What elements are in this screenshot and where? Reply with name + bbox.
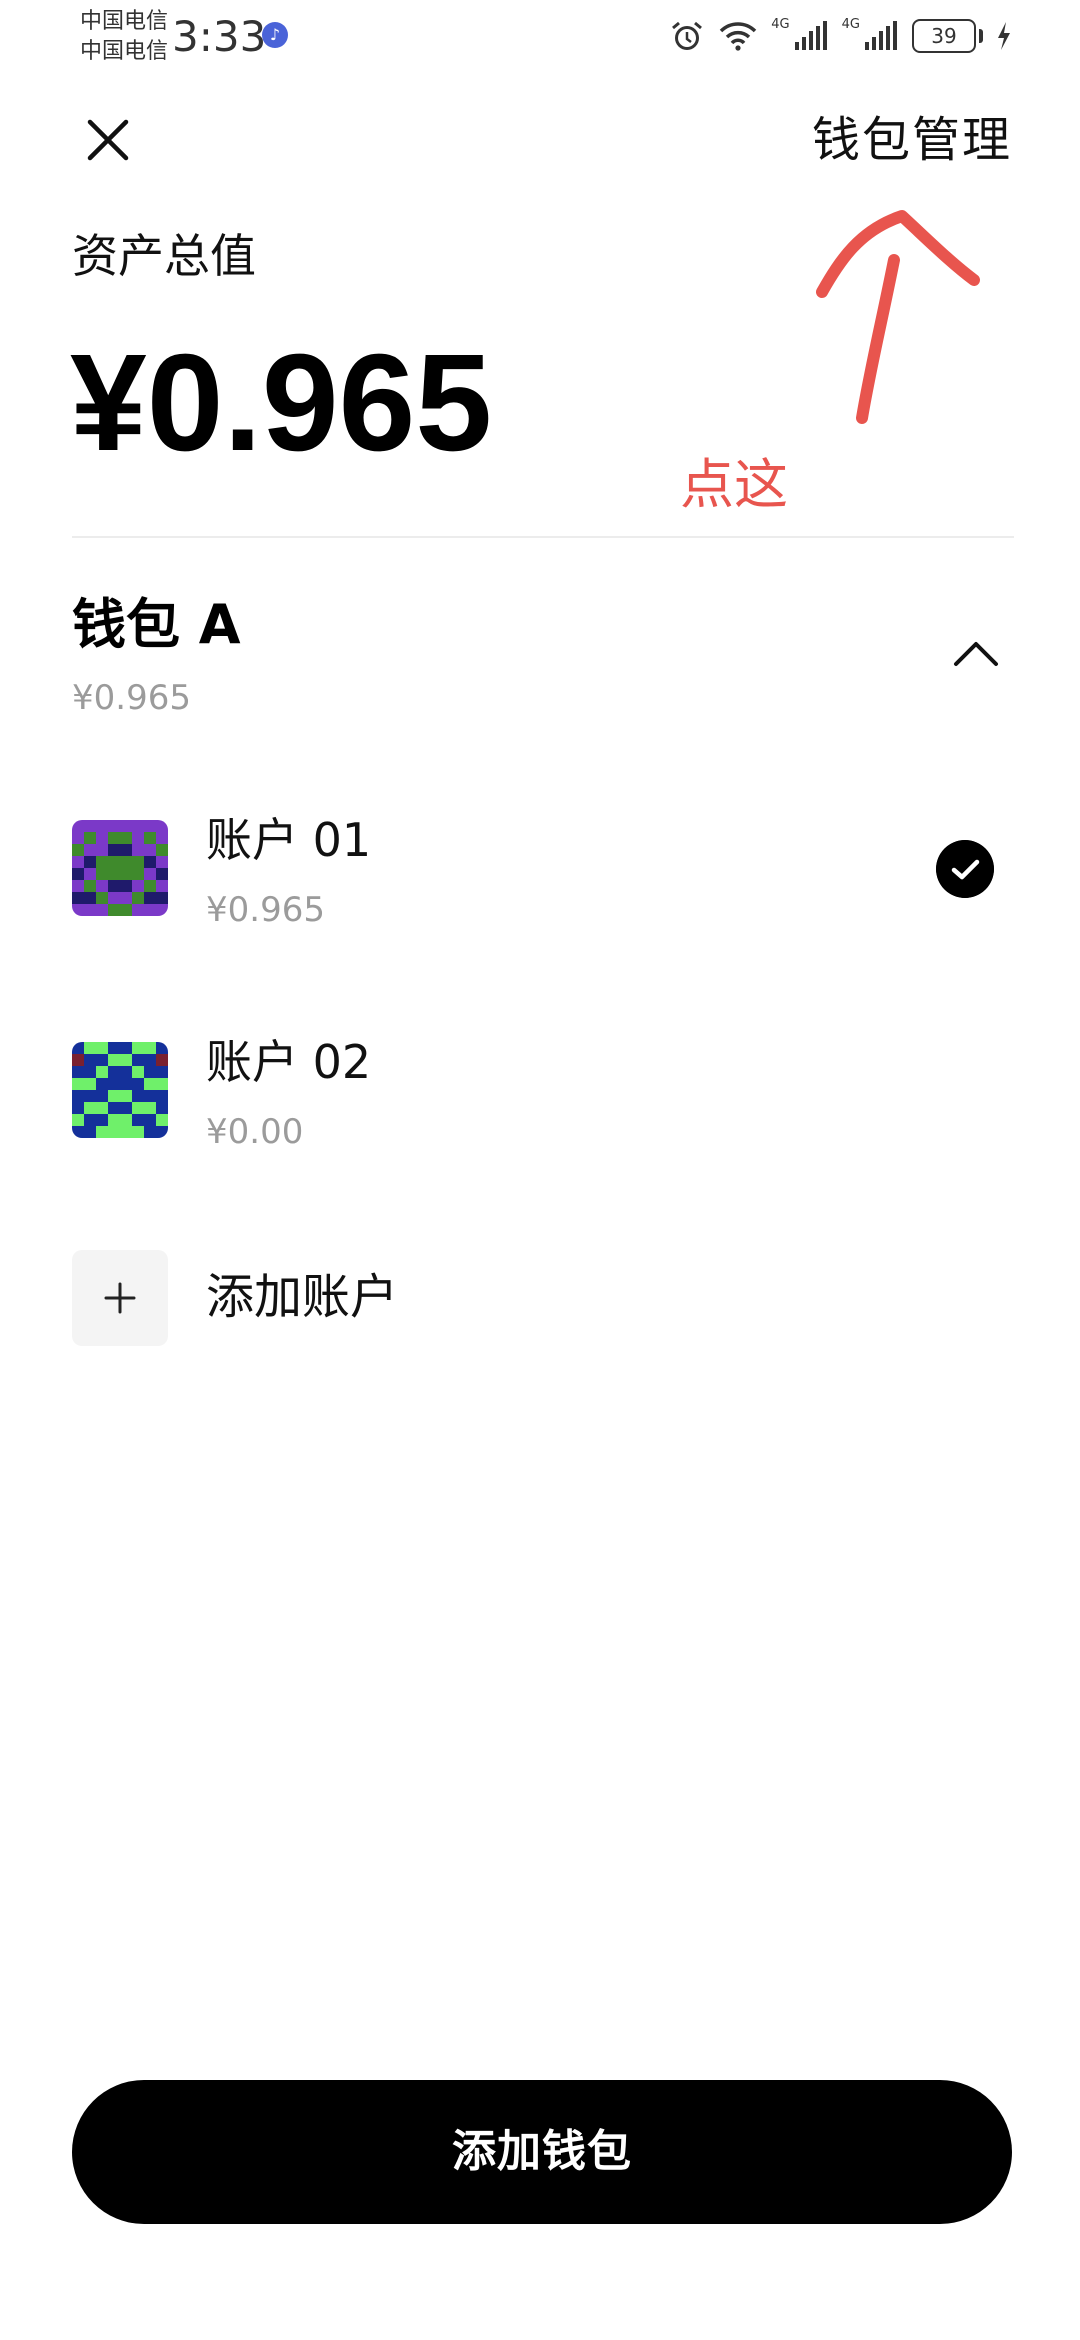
annotation-text: 点这 (680, 453, 788, 516)
divider (72, 536, 1014, 538)
network-type-1: 4G (771, 17, 790, 32)
account-avatar-01 (72, 820, 168, 916)
account-avatar-02 (72, 1042, 168, 1138)
add-account-label[interactable]: 添加账户 (206, 1266, 398, 1328)
wallet-name[interactable]: 钱包 A (72, 592, 241, 658)
status-time: 3:33 (172, 12, 267, 61)
music-icon: ♪ (262, 22, 288, 48)
wallet-balance: ¥0.965 (72, 678, 191, 718)
signal-icon-2 (865, 21, 897, 50)
total-assets-value: ¥0.965 (70, 326, 493, 480)
alarm-icon (672, 21, 703, 50)
account-name: 账户 02 (206, 1035, 372, 1089)
annotation-arrow-icon (816, 210, 980, 424)
add-account-button[interactable] (72, 1250, 168, 1346)
status-icons: 4G 4G 39 (669, 14, 1012, 58)
battery-icon: 39 (912, 19, 983, 53)
check-icon (936, 840, 994, 898)
wifi-icon (720, 22, 757, 51)
close-icon[interactable] (78, 110, 138, 170)
signal-icon (794, 21, 827, 50)
add-wallet-button[interactable]: 添加钱包 (72, 2080, 1012, 2224)
account-row-02[interactable]: 账户 02 ¥0.00 (72, 1035, 1014, 1152)
account-balance: ¥0.965 (206, 890, 325, 930)
plus-icon (104, 1282, 136, 1314)
carrier-label-1: 中国电信 (80, 9, 169, 34)
charging-icon (998, 22, 1010, 50)
network-type-2: 4G (841, 17, 860, 32)
wallet-manage-button[interactable]: 钱包管理 (812, 108, 1012, 172)
account-name: 账户 01 (206, 813, 372, 867)
chevron-up-icon[interactable] (952, 636, 1000, 672)
account-balance: ¥0.00 (206, 1112, 304, 1152)
account-row-01[interactable]: 账户 01 ¥0.965 (72, 813, 1014, 930)
total-assets-label: 资产总值 (72, 229, 256, 283)
carrier-label-2: 中国电信 (80, 39, 169, 64)
